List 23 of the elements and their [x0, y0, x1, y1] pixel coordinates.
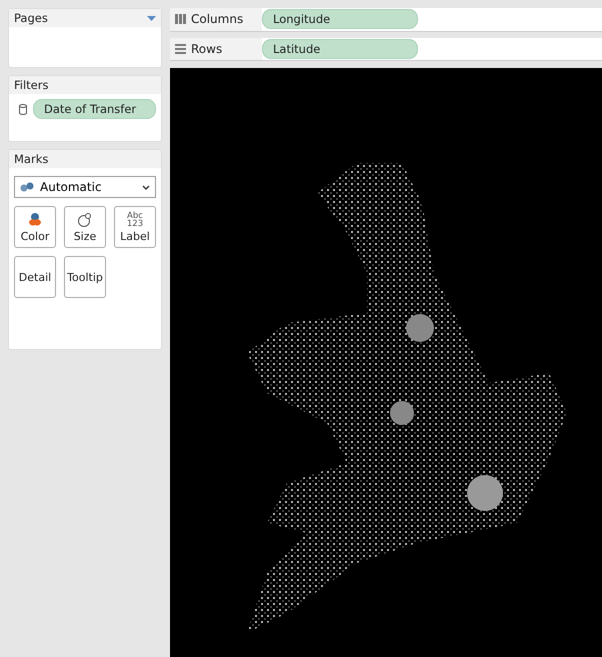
field-pill[interactable]: Longitude [262, 9, 418, 30]
mark-card-button[interactable]: Color [14, 206, 56, 248]
shelf-title: Columns [191, 12, 244, 26]
shelf-title: Rows [191, 42, 222, 56]
circles-icon [20, 182, 34, 192]
dropdown-arrow-icon[interactable] [147, 16, 156, 20]
abc-123-icon: Abc 123 [126, 212, 144, 228]
size-circles-icon [77, 212, 93, 228]
mark-card-button[interactable]: Abc 123 Label [114, 206, 156, 248]
card-title: Pages [14, 11, 48, 25]
chevron-down-icon [142, 184, 150, 190]
field-pill[interactable]: Latitude [262, 38, 418, 59]
mark-card-button[interactable]: Size [64, 206, 106, 248]
cylinder-icon [19, 104, 27, 114]
color-circles-icon [27, 212, 43, 228]
mark-type-dropdown[interactable]: Automatic [14, 176, 156, 198]
filter-pill[interactable]: Date of Transfer [33, 99, 156, 119]
mark-card-button[interactable]: Tooltip [64, 256, 106, 298]
columns-icon [175, 14, 186, 24]
rows-icon [175, 44, 186, 54]
card-title: Marks [14, 152, 48, 166]
mark-card-button[interactable]: Detail [14, 256, 56, 298]
card-title: Filters [14, 78, 48, 92]
